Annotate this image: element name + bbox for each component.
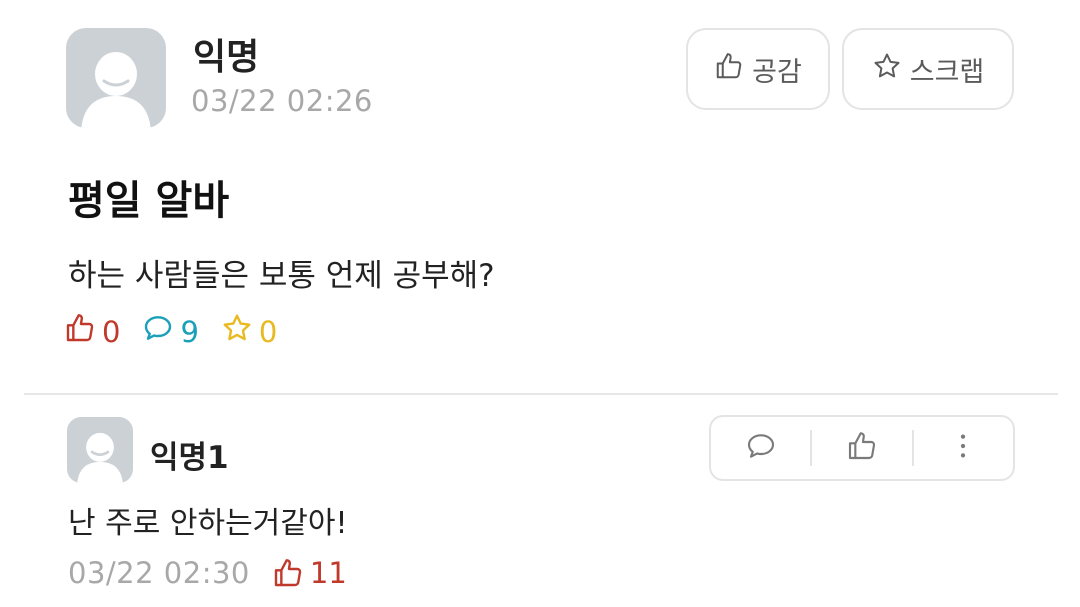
- more-vertical-icon: [947, 430, 979, 466]
- like-button-label: 공감: [752, 56, 802, 88]
- more-options-button[interactable]: [914, 417, 1013, 479]
- section-divider: [24, 393, 1058, 395]
- comment-like-count: 11: [309, 556, 347, 590]
- comment-count: 9: [180, 314, 199, 349]
- comment-timestamp: 03/22 02:30: [68, 556, 250, 590]
- comment-body: 난 주로 안하는거같아!: [68, 506, 348, 541]
- scrap-button[interactable]: 스크랩: [842, 28, 1014, 110]
- post-author-avatar: [66, 28, 166, 128]
- scrap-button-label: 스크랩: [909, 56, 985, 88]
- comment-meta: 03/22 02:30 11: [68, 556, 347, 590]
- star-icon: [221, 312, 253, 351]
- thumbs-up-icon: [64, 312, 96, 351]
- like-button[interactable]: 공감: [686, 28, 830, 110]
- post-author-name: 익명: [193, 37, 260, 78]
- thumbs-up-icon: [714, 51, 744, 88]
- comment-like-button[interactable]: [812, 417, 911, 479]
- speech-bubble-icon: [142, 312, 174, 351]
- comment-author-avatar: [67, 417, 133, 483]
- scrap-stat: 0: [221, 312, 277, 351]
- post-title: 평일 알바: [68, 178, 230, 224]
- like-count: 0: [102, 314, 121, 349]
- thumbs-up-icon: [846, 430, 878, 466]
- star-icon: [872, 51, 902, 88]
- comment-toolbar: [709, 415, 1015, 481]
- post-body: 하는 사람들은 보통 언제 공부해?: [68, 258, 495, 294]
- thumbs-up-icon: [272, 557, 304, 589]
- comment-author-name: 익명1: [150, 440, 229, 476]
- reply-button[interactable]: [711, 417, 810, 479]
- scrap-count: 0: [258, 314, 278, 349]
- speech-bubble-icon: [745, 430, 777, 466]
- comment-stat: 9: [142, 312, 199, 351]
- post-timestamp: 03/22 02:26: [191, 84, 373, 118]
- like-stat: 0: [64, 312, 120, 351]
- post-stats: 0 9 0: [64, 312, 299, 351]
